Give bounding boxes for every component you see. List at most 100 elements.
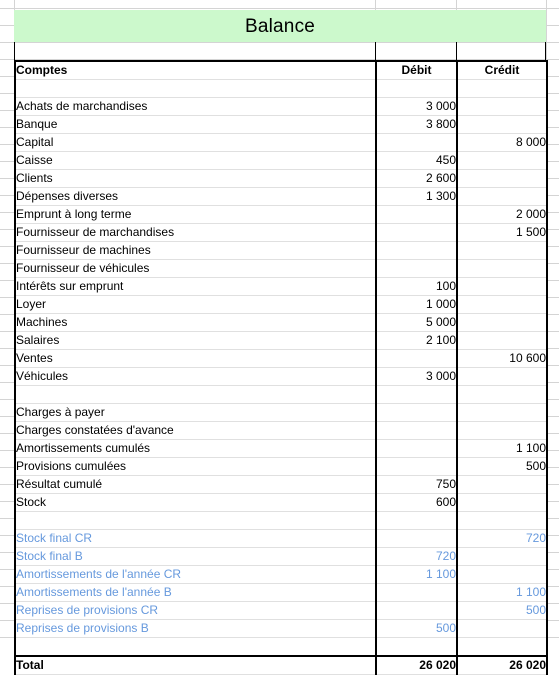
cell-credit: 720	[456, 529, 548, 548]
cell-credit	[456, 547, 548, 566]
table-row: Provisions cumulées 500	[14, 457, 548, 476]
cell-account: Reprises de provisions B	[14, 619, 376, 638]
cell-credit: 10 600	[456, 349, 548, 368]
cell-debit	[375, 403, 457, 422]
cell-account: Charges constatées d'avance	[14, 421, 376, 440]
cell-account	[14, 385, 376, 404]
table-row: Achats de marchandises 3 000	[14, 97, 548, 116]
cell-credit	[456, 313, 548, 332]
cell-debit	[375, 79, 457, 98]
cell-credit	[456, 565, 548, 584]
table-row: Banque 3 800	[14, 115, 548, 134]
debit-column-rule-top	[375, 42, 376, 60]
cell-account: Salaires	[14, 331, 376, 350]
cell-debit	[375, 583, 457, 602]
cell-debit: 2 600	[375, 169, 457, 188]
cell-debit	[375, 241, 457, 260]
cell-credit	[456, 151, 548, 170]
table-row: Dépenses diverses 1 300	[14, 187, 548, 206]
table-row: Amortissements de l'année CR 1 100	[14, 565, 548, 584]
balance-table: Comptes Débit Crédit Achats de marchandi…	[14, 60, 548, 675]
cell-account: Charges à payer	[14, 403, 376, 422]
cell-account: Clients	[14, 169, 376, 188]
column-header-debit: Débit	[375, 60, 457, 80]
balance-sheet-page: Balance Comptes Débit Crédit Achats de m…	[0, 0, 559, 675]
cell-debit	[375, 511, 457, 530]
cell-debit: 2 100	[375, 331, 457, 350]
table-row: Fournisseur de machines	[14, 241, 548, 260]
cell-debit	[375, 223, 457, 242]
cell-credit	[456, 511, 548, 530]
cell-credit: 1 500	[456, 223, 548, 242]
cell-credit: 2 000	[456, 205, 548, 224]
table-row: Ventes 10 600	[14, 349, 548, 368]
cell-account: Fournisseur de marchandises	[14, 223, 376, 242]
cell-account: Résultat cumulé	[14, 475, 376, 494]
table-row: Fournisseur de marchandises 1 500	[14, 223, 548, 242]
cell-credit	[456, 187, 548, 206]
column-header-credit: Crédit	[456, 60, 548, 80]
table-row: Emprunt à long terme 2 000	[14, 205, 548, 224]
page-title-banner: Balance	[14, 10, 546, 42]
cell-credit	[456, 637, 548, 657]
cell-account: Banque	[14, 115, 376, 134]
cell-credit	[456, 295, 548, 314]
cell-account: Ventes	[14, 349, 376, 368]
cell-account	[14, 511, 376, 530]
cell-account: Dépenses diverses	[14, 187, 376, 206]
cell-credit	[456, 169, 548, 188]
table-row: Caisse 450	[14, 151, 548, 170]
cell-debit: 600	[375, 493, 457, 512]
table-row: Stock final CR 720	[14, 529, 548, 548]
table-row	[14, 637, 548, 657]
cell-credit	[456, 385, 548, 404]
cell-debit	[375, 421, 457, 440]
cell-account: Amortissements de l'année CR	[14, 565, 376, 584]
cell-credit: 500	[456, 457, 548, 476]
cell-account: Amortissements de l'année B	[14, 583, 376, 602]
cell-credit: 26 020	[456, 655, 548, 675]
cell-credit	[456, 277, 548, 296]
cell-account: Achats de marchandises	[14, 97, 376, 116]
cell-credit	[456, 403, 548, 422]
cell-credit	[456, 619, 548, 638]
cell-debit: 720	[375, 547, 457, 566]
cell-debit	[375, 385, 457, 404]
cell-debit: 3 000	[375, 367, 457, 386]
table-right-rule-top	[545, 42, 546, 60]
cell-account: Machines	[14, 313, 376, 332]
cell-debit	[375, 457, 457, 476]
cell-account: Intérêts sur emprunt	[14, 277, 376, 296]
table-row: Stock 600	[14, 493, 548, 512]
table-row	[14, 385, 548, 404]
table-total-row: Total 26 020 26 020	[14, 655, 548, 675]
table-row: Amortissements de l'année B 1 100	[14, 583, 548, 602]
cell-debit: 1 300	[375, 187, 457, 206]
cell-debit: 100	[375, 277, 457, 296]
table-row: Intérêts sur emprunt 100	[14, 277, 548, 296]
cell-account: Stock	[14, 493, 376, 512]
cell-account: Stock final B	[14, 547, 376, 566]
table-row: Salaires 2 100	[14, 331, 548, 350]
table-row: Machines 5 000	[14, 313, 548, 332]
column-header-account: Comptes	[14, 60, 376, 80]
cell-account: Fournisseur de véhicules	[14, 259, 376, 278]
page-title: Balance	[244, 15, 316, 37]
cell-debit	[375, 133, 457, 152]
table-row: Fournisseur de véhicules	[14, 259, 548, 278]
cell-debit: 450	[375, 151, 457, 170]
table-row: Reprises de provisions CR 500	[14, 601, 548, 620]
cell-account	[14, 637, 376, 657]
cell-debit: 1 100	[375, 565, 457, 584]
cell-debit	[375, 529, 457, 548]
cell-account: Fournisseur de machines	[14, 241, 376, 260]
cell-credit	[456, 493, 548, 512]
cell-debit: 500	[375, 619, 457, 638]
cell-credit	[456, 367, 548, 386]
table-row: Résultat cumulé 750	[14, 475, 548, 494]
cell-debit	[375, 205, 457, 224]
cell-account: Provisions cumulées	[14, 457, 376, 476]
cell-account: Total	[14, 655, 376, 675]
cell-account: Stock final CR	[14, 529, 376, 548]
cell-debit	[375, 637, 457, 657]
